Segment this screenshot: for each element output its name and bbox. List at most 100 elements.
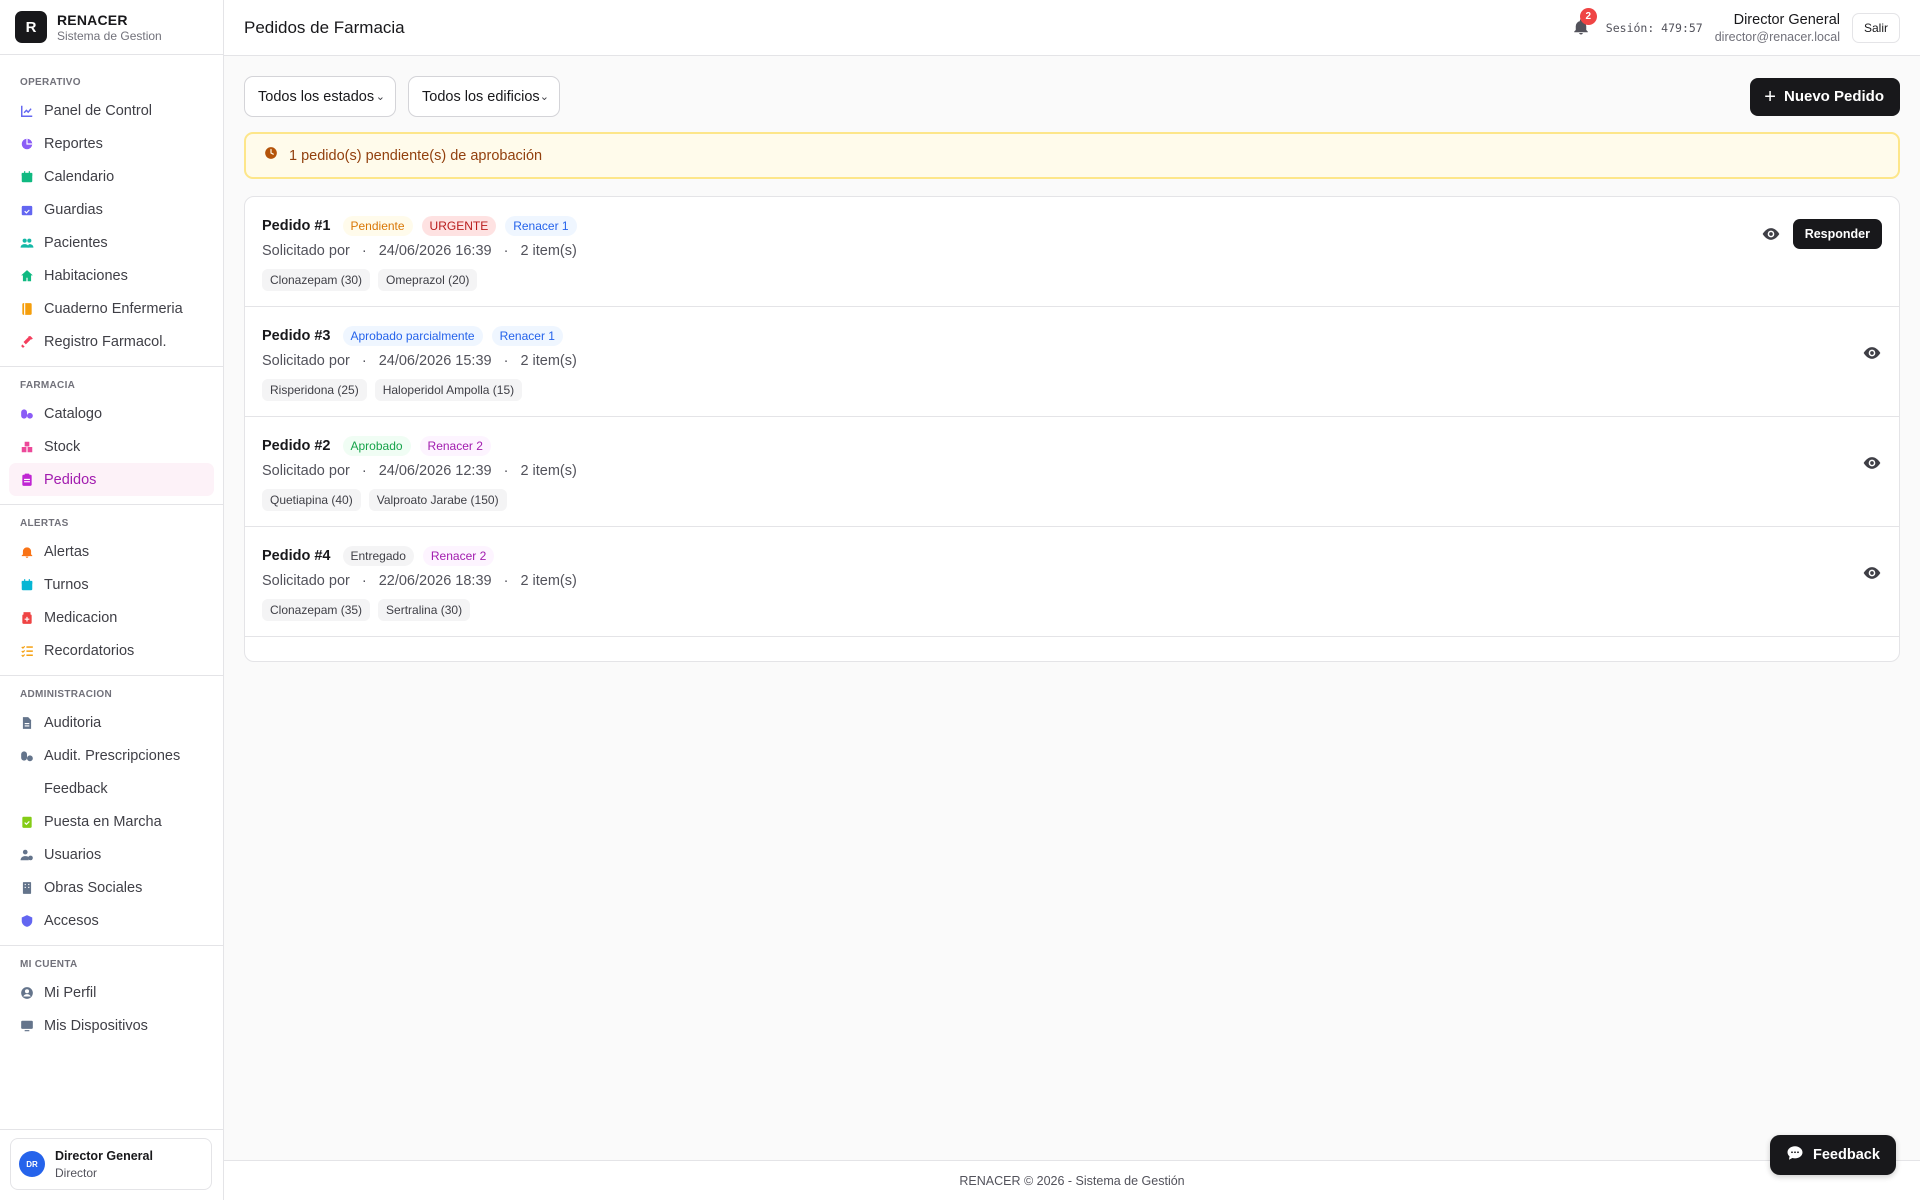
sidebar-item-pacientes[interactable]: Pacientes [9, 226, 214, 259]
users-icon [20, 236, 34, 250]
notification-count-badge: 2 [1579, 7, 1597, 25]
footer-text: RENACER © 2026 - Sistema de Gestión [959, 1173, 1185, 1188]
eye-icon[interactable] [1862, 563, 1882, 583]
status-badge: Renacer 1 [491, 326, 563, 346]
order-row[interactable]: Pedido #3 Aprobado parcialmente Renacer 1 S… [245, 307, 1899, 417]
order-row[interactable]: Pedido #2 Aprobado Renacer 2 Solicitado por… [245, 417, 1899, 527]
user-circle-icon [20, 986, 34, 1000]
sidebar-item-auditoria[interactable]: Auditoria [9, 706, 214, 739]
house-icon [20, 269, 34, 283]
sidebar-item-feedback[interactable]: Feedback [9, 772, 214, 805]
status-filter-value: Todos los estados [258, 88, 375, 105]
sidebar-item-audit-prescripciones[interactable]: Audit. Prescripciones [9, 739, 214, 772]
sidebar-item-label: Cuaderno Enfermeria [44, 300, 183, 317]
status-filter-select[interactable]: Todos los estados ⌄ [244, 76, 396, 117]
sidebar-user-card[interactable]: DR Director General Director [10, 1138, 212, 1190]
eye-icon[interactable] [1862, 453, 1882, 473]
sidebar-item-habitaciones[interactable]: Habitaciones [9, 259, 214, 292]
requested-by: Solicitado por [262, 353, 350, 369]
sidebar-user-role: Director [55, 1165, 98, 1180]
order-row[interactable]: Pedido #1 Pendiente URGENTE Renacer 1 Solici… [245, 197, 1899, 307]
alert-text: 1 pedido(s) pendiente(s) de aprobación [289, 147, 543, 164]
separator: · [361, 243, 367, 259]
brand-title: RENACER [57, 11, 128, 28]
feedback-button[interactable]: Feedback [1770, 1135, 1896, 1175]
brand-logo: R [15, 11, 47, 43]
sidebar-item-catalogo[interactable]: Catalogo [9, 397, 214, 430]
status-badge: Renacer 2 [419, 436, 491, 456]
sidebar-item-registro-farmacol[interactable]: Registro Farmacol. [9, 325, 214, 358]
order-title: Pedido #2 [262, 438, 331, 454]
filters-bar: Todos los estados ⌄ Todos los edificios … [244, 76, 1900, 117]
order-meta: Solicitado por · 24/06/2026 15:39 · 2 item(s… [262, 353, 1882, 369]
order-row[interactable]: Pedido #4 Entregado Renacer 2 Solicitado po… [245, 527, 1899, 637]
order-meta: Solicitado por · 24/06/2026 16:39 · 2 item(s… [262, 243, 1882, 259]
sidebar-item-puesta-en-marcha[interactable]: Puesta en Marcha [9, 805, 214, 838]
order-date: 24/06/2026 16:39 [378, 243, 492, 259]
building-filter-value: Todos los edificios [422, 88, 540, 105]
pie-chart-icon [20, 137, 34, 151]
sidebar-item-accesos[interactable]: Accesos [9, 904, 214, 937]
plus-icon: + [1764, 85, 1776, 108]
page-title: Pedidos de Farmacia [244, 17, 405, 37]
separator: · [361, 463, 367, 479]
pills-icon [20, 407, 34, 421]
sidebar-item-usuarios[interactable]: Usuarios [9, 838, 214, 871]
notebook-icon [20, 302, 34, 316]
new-order-button[interactable]: + Nuevo Pedido [1750, 77, 1900, 116]
user-gear-icon [20, 848, 34, 862]
sidebar-item-reportes[interactable]: Reportes [9, 127, 214, 160]
order-item-count: 2 item(s) [520, 573, 577, 589]
medication-chip: Haloperidol Ampolla (15) [374, 379, 523, 401]
status-badge: Renacer 1 [505, 216, 577, 236]
status-badge: Aprobado [342, 436, 411, 456]
sidebar-item-label: Obras Sociales [44, 879, 143, 896]
medication-chip: Sertralina (30) [378, 599, 471, 621]
session-timer: Sesión: 479:57 [1605, 20, 1703, 35]
eye-icon[interactable] [1862, 343, 1882, 363]
clipboard-icon [20, 473, 34, 487]
medicine-icon [20, 611, 34, 625]
logout-button[interactable]: Salir [1851, 12, 1900, 43]
chat-icon [1786, 1144, 1813, 1166]
sidebar-item-mi-perfil[interactable]: Mi Perfil [9, 976, 214, 1009]
medication-chip: Quetiapina (40) [262, 489, 361, 511]
sidebar-item-cuaderno-enfermeria[interactable]: Cuaderno Enfermeria [9, 292, 214, 325]
sidebar-item-label: Reportes [44, 135, 103, 152]
sidebar-item-panel-de-control[interactable]: Panel de Control [9, 94, 214, 127]
sidebar: R RENACER Sistema de Gestion OPERATIVO Pa… [0, 0, 224, 1200]
header-user-name: Director General [1733, 11, 1840, 28]
sidebar-item-alertas[interactable]: Alertas [9, 535, 214, 568]
calendar-check-icon [20, 203, 34, 217]
separator: · [503, 463, 509, 479]
sidebar-item-label: Feedback [44, 780, 108, 797]
nav-section-title: ALERTAS [20, 518, 69, 529]
status-badge: Aprobado parcialmente [342, 326, 483, 346]
notifications-button[interactable]: 2 [1572, 7, 1597, 38]
sidebar-item-stock[interactable]: Stock [9, 430, 214, 463]
sidebar-item-calendario[interactable]: Calendario [9, 160, 214, 193]
nav-section-title: OPERATIVO [20, 77, 81, 88]
sidebar-item-label: Pedidos [44, 471, 97, 488]
order-item-count: 2 item(s) [520, 463, 577, 479]
eye-icon[interactable] [1761, 224, 1781, 244]
list-check-icon [20, 644, 34, 658]
separator: · [503, 573, 509, 589]
sidebar-item-turnos[interactable]: Turnos [9, 568, 214, 601]
sidebar-item-mis-dispositivos[interactable]: Mis Dispositivos [9, 1009, 214, 1042]
sidebar-item-medicacion[interactable]: Medicacion [9, 601, 214, 634]
sidebar-item-label: Mi Perfil [44, 984, 97, 1001]
brand[interactable]: R RENACER Sistema de Gestion [0, 0, 223, 55]
sidebar-item-label: Pacientes [44, 234, 108, 251]
sidebar-item-recordatorios[interactable]: Recordatorios [9, 634, 214, 667]
sidebar-item-guardias[interactable]: Guardias [9, 193, 214, 226]
bell-icon [20, 545, 34, 559]
building-filter-select[interactable]: Todos los edificios ⌄ [408, 76, 560, 117]
order-title: Pedido #4 [262, 548, 331, 564]
sidebar-item-label: Accesos [44, 912, 99, 929]
sidebar-item-pedidos[interactable]: Pedidos [9, 463, 214, 496]
chevron-down-icon: ⌄ [539, 91, 549, 103]
sidebar-item-obras-sociales[interactable]: Obras Sociales [9, 871, 214, 904]
requested-by: Solicitado por [262, 243, 350, 259]
respond-button[interactable]: Responder [1792, 219, 1882, 249]
